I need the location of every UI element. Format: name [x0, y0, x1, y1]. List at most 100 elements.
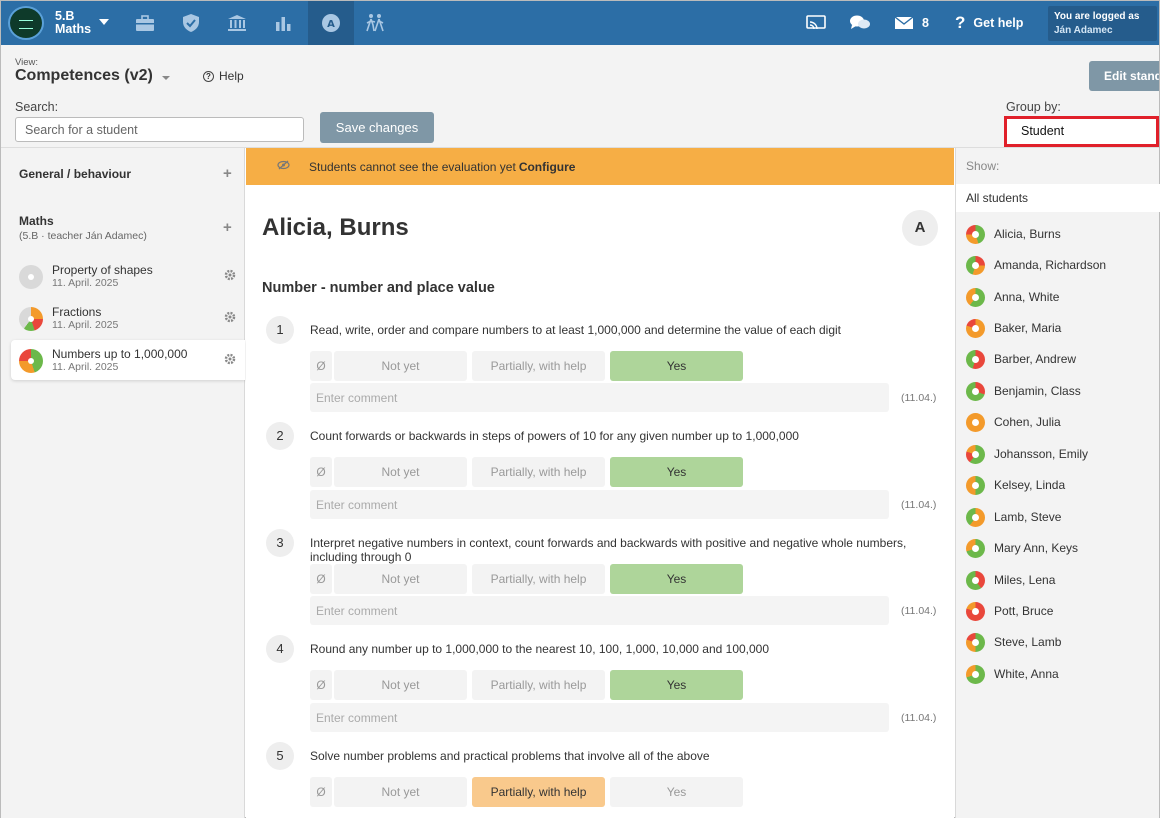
student-list-item[interactable]: Barber, Andrew [966, 349, 1076, 369]
edit-standards-button[interactable]: Edit standa [1089, 61, 1159, 91]
competences-icon[interactable]: A [308, 1, 354, 45]
rating-yes-selected[interactable]: Yes [610, 670, 743, 700]
comment-field[interactable]: Enter comment [310, 703, 889, 732]
logged-as-label: You are logged as [1054, 11, 1140, 22]
question-icon: ? [955, 13, 966, 32]
student-list-item[interactable]: Lamb, Steve [966, 507, 1061, 527]
rating-yes-selected[interactable]: Yes [610, 351, 743, 381]
student-list-item[interactable]: Johansson, Emily [966, 444, 1088, 464]
chevron-down-icon[interactable] [162, 76, 170, 80]
rating-yes[interactable]: Yes [610, 777, 743, 807]
screen-share-icon[interactable] [806, 1, 826, 45]
get-help-button[interactable]: ? Get help [955, 1, 1023, 45]
comment-field[interactable]: Enter comment [310, 490, 889, 519]
comment-field[interactable]: Enter comment [310, 383, 889, 412]
general-behaviour-title[interactable]: General / behaviour [19, 167, 131, 181]
help-link[interactable]: ? Help [203, 69, 244, 83]
briefcase-icon[interactable] [122, 1, 168, 45]
view-selector[interactable]: Competences (v2) [15, 67, 153, 85]
rating-not-yet[interactable]: Not yet [334, 351, 467, 381]
assessment-item-active[interactable]: Numbers up to 1,000,000 11. April. 2025 [11, 340, 245, 380]
walking-people-icon[interactable] [352, 1, 398, 45]
group-by-select[interactable]: Student [1004, 116, 1159, 147]
student-list-item[interactable]: Pott, Bruce [966, 601, 1053, 621]
subject-name: Maths [55, 22, 92, 36]
clear-rating-button[interactable]: Ø [310, 777, 332, 807]
search-input[interactable] [15, 117, 304, 142]
rating-partially[interactable]: Partially, with help [472, 564, 605, 594]
shield-check-icon[interactable] [168, 1, 214, 45]
bar-chart-icon[interactable] [260, 1, 306, 45]
progress-pie-icon [966, 507, 985, 527]
criterion-text: Count forwards or backwards in steps of … [310, 429, 799, 443]
student-list-name: Kelsey, Linda [994, 478, 1066, 492]
rating-partially-selected[interactable]: Partially, with help [472, 777, 605, 807]
progress-pie-icon [966, 444, 985, 464]
student-list-item[interactable]: Alicia, Burns [966, 224, 1061, 244]
gear-icon[interactable] [224, 353, 236, 365]
rating-partially[interactable]: Partially, with help [472, 351, 605, 381]
gear-icon[interactable] [224, 269, 236, 281]
student-list-name: Benjamin, Class [994, 384, 1081, 398]
right-sidebar: Show: All students Alicia, Burns Amanda,… [955, 148, 1160, 818]
clear-rating-button[interactable]: Ø [310, 670, 332, 700]
gear-icon[interactable] [224, 311, 236, 323]
chat-icon[interactable] [849, 1, 871, 45]
user-menu[interactable]: You are logged as Ján Adamec [1048, 6, 1157, 41]
comment-date: (11.04.) [901, 499, 937, 511]
criterion-text: Round any number up to 1,000,000 to the … [310, 642, 770, 656]
class-logo-icon[interactable] [8, 6, 44, 40]
student-list-name: Baker, Maria [994, 321, 1062, 335]
progress-pie-icon [966, 287, 985, 307]
student-list-item[interactable]: Amanda, Richardson [966, 255, 1106, 275]
student-list-item[interactable]: Kelsey, Linda [966, 475, 1065, 495]
student-list-item[interactable]: White, Anna [966, 664, 1059, 684]
maths-title[interactable]: Maths [19, 214, 54, 228]
student-list-name: Lamb, Steve [994, 510, 1062, 524]
rating-not-yet[interactable]: Not yet [334, 670, 467, 700]
student-list-item[interactable]: Miles, Lena [966, 570, 1055, 590]
rating-not-yet[interactable]: Not yet [334, 457, 467, 487]
rating-partially[interactable]: Partially, with help [472, 670, 605, 700]
student-list-item[interactable]: Steve, Lamb [966, 632, 1061, 652]
rating-not-yet[interactable]: Not yet [334, 564, 467, 594]
rating-not-yet[interactable]: Not yet [334, 777, 467, 807]
clear-rating-button[interactable]: Ø [310, 457, 332, 487]
progress-pie-icon [966, 412, 985, 432]
class-selector[interactable]: 5.B Maths [55, 10, 91, 36]
progress-pie-icon [19, 307, 43, 331]
rating-partially[interactable]: Partially, with help [472, 457, 605, 487]
configure-link[interactable]: Configure [519, 160, 576, 174]
maths-subtitle: (5.B · teacher Ján Adamec) [19, 230, 147, 242]
help-icon: ? [203, 70, 214, 82]
student-list-item[interactable]: Mary Ann, Keys [966, 538, 1078, 558]
student-list-item[interactable]: Benjamin, Class [966, 381, 1081, 401]
criterion-text: Read, write, order and compare numbers t… [310, 323, 841, 337]
institution-icon[interactable] [214, 1, 260, 45]
rating-yes-selected[interactable]: Yes [610, 457, 743, 487]
assessment-name: Property of shapes [52, 263, 153, 277]
comment-field[interactable]: Enter comment [310, 596, 889, 625]
topic-title: Number - number and place value [262, 280, 495, 296]
assessment-item[interactable]: Property of shapes 11. April. 2025 [11, 256, 245, 296]
student-list-name: Amanda, Richardson [994, 258, 1107, 272]
progress-pie-icon [966, 381, 985, 401]
assessment-item[interactable]: Fractions 11. April. 2025 [11, 298, 245, 338]
student-list-item[interactable]: Cohen, Julia [966, 412, 1061, 432]
clear-rating-button[interactable]: Ø [310, 564, 332, 594]
rating-yes-selected[interactable]: Yes [610, 564, 743, 594]
add-assessment-icon[interactable]: + [223, 220, 232, 235]
add-general-icon[interactable]: + [223, 166, 232, 181]
progress-pie-icon [19, 349, 43, 373]
student-list-item[interactable]: Baker, Maria [966, 318, 1061, 338]
student-list-item[interactable]: Anna, White [966, 287, 1059, 307]
clear-rating-button[interactable]: Ø [310, 351, 332, 381]
show-filter-select[interactable]: All students [956, 184, 1160, 212]
save-changes-button[interactable]: Save changes [320, 112, 434, 143]
messages-button[interactable]: 8 [894, 1, 929, 45]
progress-pie-icon [966, 224, 985, 244]
left-sidebar: General / behaviour + Maths (5.B · teach… [1, 148, 245, 818]
student-list-name: Cohen, Julia [994, 415, 1061, 429]
assessment-name: Fractions [52, 305, 102, 319]
chevron-down-icon[interactable] [99, 19, 109, 25]
